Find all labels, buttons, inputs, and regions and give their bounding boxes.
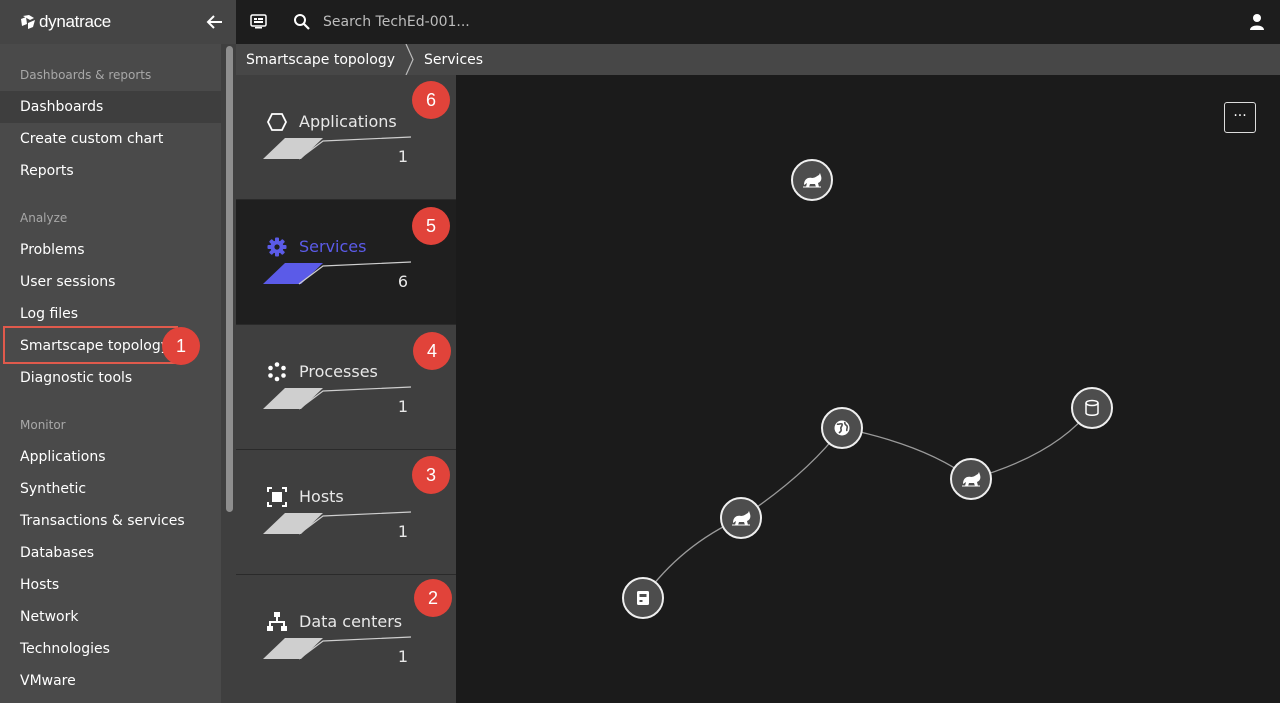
callout-badge-4: 4 — [413, 332, 451, 370]
sidebar-item-reports[interactable]: Reports — [0, 155, 221, 187]
breadcrumb-smartscape-topology[interactable]: Smartscape topology — [236, 52, 395, 68]
sidebar-item-diagnostic-tools[interactable]: Diagnostic tools — [0, 362, 221, 394]
section-title-monitor: Monitor — [20, 418, 66, 432]
globe-icon — [834, 420, 850, 436]
tomcat-icon — [962, 472, 981, 487]
sidebar-scrollbar-thumb[interactable] — [226, 46, 233, 512]
database-node[interactable] — [1071, 387, 1113, 429]
layer-name: Applications — [299, 112, 397, 131]
gear-icon — [267, 237, 287, 257]
top-bar — [236, 0, 1280, 44]
callout-badge-6: 6 — [412, 81, 450, 119]
terminal-icon — [637, 591, 649, 605]
hexagon-icon — [266, 113, 288, 131]
layer-count: 1 — [397, 397, 408, 416]
tomcat-icon — [732, 511, 751, 526]
sidebar-item-technologies[interactable]: Technologies — [0, 633, 221, 665]
breadcrumb-separator-icon — [405, 44, 414, 75]
breadcrumb-services: Services — [424, 51, 484, 68]
layer-name: Processes — [299, 362, 378, 381]
logo-text: dynatrace — [39, 12, 111, 31]
dynatrace-logo-icon — [21, 15, 35, 29]
tomcat-icon — [803, 173, 822, 188]
user-icon[interactable] — [1249, 13, 1265, 31]
breadcrumb: Smartscape topology Services — [236, 44, 1280, 75]
dynatrace-logo[interactable]: dynatrace — [20, 12, 111, 32]
collapse-menu-icon[interactable] — [206, 13, 224, 31]
logo-bar: dynatrace — [0, 0, 236, 44]
sidebar-item-hosts[interactable]: Hosts — [0, 569, 221, 601]
section-title-dashboards-reports: Dashboards & reports — [20, 68, 152, 82]
sidebar-item-problems[interactable]: Problems — [0, 234, 221, 266]
layer-count: 1 — [397, 647, 408, 666]
more-options-button[interactable]: ··· — [1224, 102, 1256, 133]
layer-name: Services — [299, 237, 367, 256]
sidebar-item-synthetic[interactable]: Synthetic — [0, 473, 221, 505]
layer-count: 6 — [397, 272, 408, 291]
sidebar-item-vmware[interactable]: VMware — [0, 665, 221, 697]
sidebar-item-dashboards[interactable]: Dashboards — [0, 91, 221, 123]
search-icon[interactable] — [293, 13, 311, 31]
dashboard-menu-icon[interactable] — [250, 14, 267, 29]
sidebar: dynatrace Dashboards & reports Dashboard… — [0, 0, 236, 703]
layer-name: Hosts — [299, 487, 344, 506]
topology-canvas[interactable]: ··· — [456, 75, 1280, 703]
sidebar-item-transactions-services[interactable]: Transactions & services — [0, 505, 221, 537]
layer-count: 1 — [397, 522, 408, 541]
layer-name: Data centers — [299, 612, 403, 631]
sidebar-item-databases[interactable]: Databases — [0, 537, 221, 569]
service-node[interactable] — [950, 458, 992, 500]
host-icon — [267, 487, 287, 507]
layer-count: 1 — [397, 147, 408, 166]
datacenter-icon — [267, 612, 287, 631]
database-icon — [1085, 399, 1099, 416]
sidebar-item-create-custom-chart[interactable]: Create custom chart — [0, 123, 221, 155]
process-icon — [268, 362, 286, 382]
service-node[interactable] — [821, 407, 863, 449]
search-input[interactable] — [323, 11, 523, 33]
service-node[interactable] — [720, 497, 762, 539]
callout-badge-2: 2 — [414, 579, 452, 617]
sidebar-item-applications[interactable]: Applications — [0, 441, 221, 473]
section-title-analyze: Analyze — [20, 211, 68, 225]
service-node[interactable] — [622, 577, 664, 619]
topology-edges — [642, 407, 1093, 599]
callout-badge-3: 3 — [412, 456, 450, 494]
callout-badge-5: 5 — [412, 207, 450, 245]
callout-badge-1: 1 — [162, 327, 200, 365]
sidebar-item-log-files[interactable]: Log files — [0, 298, 221, 330]
service-node[interactable] — [791, 159, 833, 201]
sidebar-item-network[interactable]: Network — [0, 601, 221, 633]
sidebar-item-user-sessions[interactable]: User sessions — [0, 266, 221, 298]
